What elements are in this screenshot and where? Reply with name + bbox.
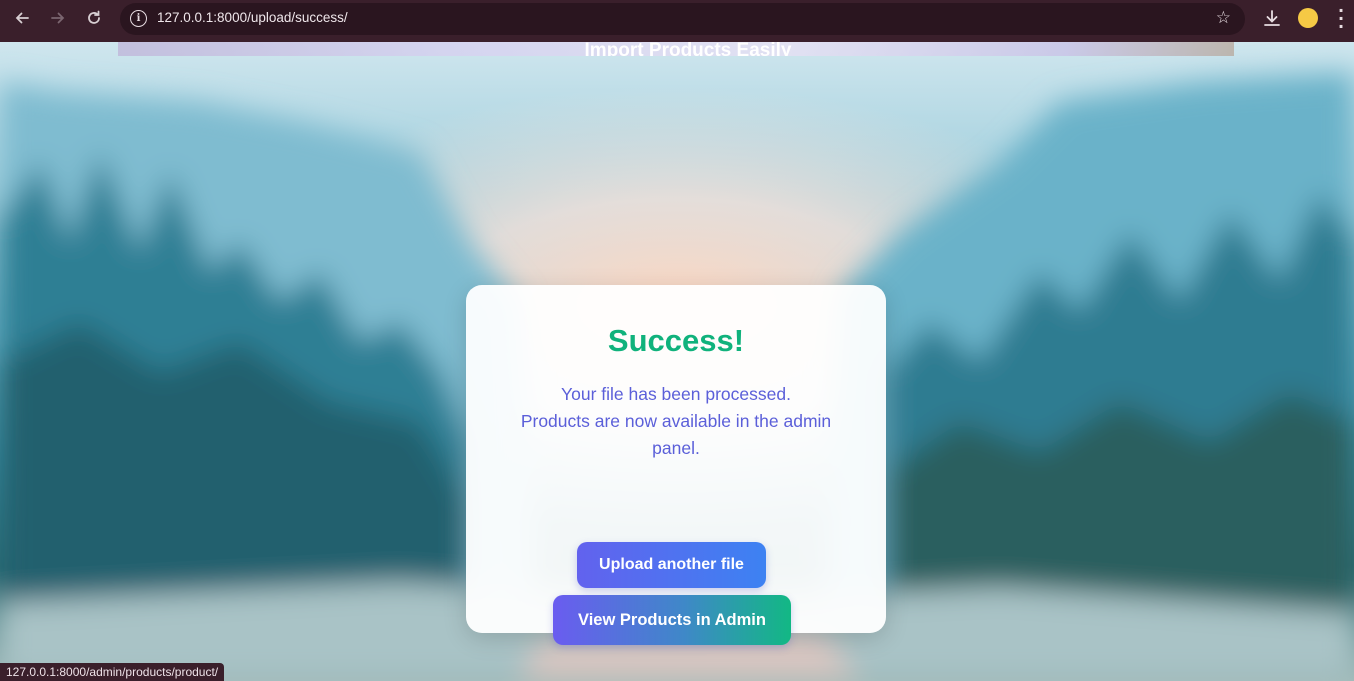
view-products-in-admin-button[interactable]: View Products in Admin <box>553 595 791 645</box>
message-line-1: Your file has been processed. <box>561 384 791 404</box>
info-icon[interactable]: i <box>130 10 147 27</box>
address-bar[interactable]: i 127.0.0.1:8000/upload/success/ ☆ <box>120 3 1245 35</box>
upload-another-file-button[interactable]: Upload another file <box>577 542 766 588</box>
banner-title: Import Products Easily <box>584 42 792 56</box>
status-bar-link-preview: 127.0.0.1:8000/admin/products/product/ <box>0 663 225 681</box>
profile-avatar[interactable] <box>1298 8 1318 28</box>
browser-toolbar: i 127.0.0.1:8000/upload/success/ ☆ · · · <box>0 0 1354 42</box>
success-title: Success! <box>607 323 745 358</box>
reload-icon[interactable] <box>80 4 108 32</box>
success-card: Success! Your file has been processed. P… <box>466 285 886 645</box>
download-icon[interactable] <box>1258 5 1286 33</box>
forward-arrow-icon[interactable] <box>44 4 72 32</box>
url-text[interactable]: 127.0.0.1:8000/upload/success/ <box>157 10 348 25</box>
kebab-menu-icon[interactable]: · · · <box>1334 3 1348 35</box>
back-arrow-icon[interactable] <box>8 4 36 32</box>
message-line-2: Products are now available in the admin … <box>520 411 832 458</box>
success-message: Your file has been processed. Products a… <box>511 381 841 462</box>
page-viewport: Import Products Easily Success! Your fil… <box>0 42 1354 681</box>
star-icon[interactable]: ☆ <box>1216 8 1231 28</box>
